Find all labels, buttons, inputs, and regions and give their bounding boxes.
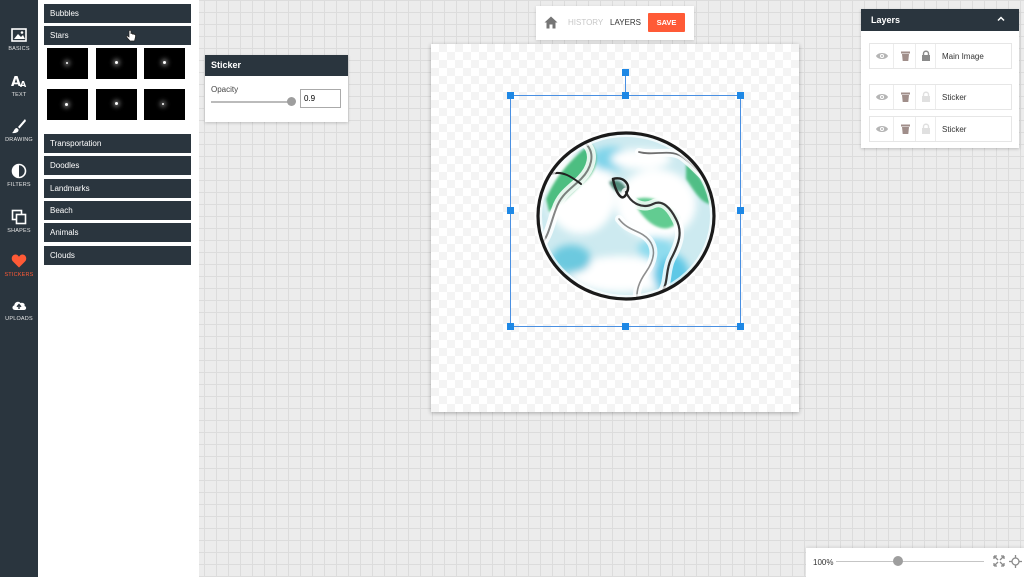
resize-handle[interactable] <box>737 323 744 330</box>
svg-text:A: A <box>20 80 27 89</box>
tool-drawing-label: DRAWING <box>5 137 33 143</box>
resize-handle[interactable] <box>507 323 514 330</box>
tool-text[interactable]: A A TEXT <box>0 68 38 112</box>
tool-filters[interactable]: FILTERS <box>0 158 38 202</box>
zoom-percentage: 100% <box>813 558 834 567</box>
trash-icon[interactable] <box>900 50 911 62</box>
history-tab[interactable]: HISTORY <box>568 18 603 27</box>
opacity-slider-handle[interactable] <box>287 97 296 106</box>
layer-name: Sticker <box>942 125 967 134</box>
hand-cursor-icon <box>126 30 136 42</box>
layers-panel-title: Layers <box>861 9 1019 31</box>
top-toolbar: HISTORY LAYERS SAVE <box>536 6 694 40</box>
tool-text-label: TEXT <box>11 92 27 98</box>
star-sticker-thumb[interactable] <box>96 48 137 79</box>
category-clouds[interactable]: Clouds <box>44 246 191 265</box>
sticker-options-panel: Sticker Opacity 0.9 <box>205 55 348 122</box>
sticker-artwork <box>507 69 744 330</box>
category-landmarks[interactable]: Landmarks <box>44 179 191 198</box>
layer-name: Main Image <box>942 52 984 61</box>
rotate-handle[interactable] <box>622 69 629 76</box>
shapes-icon <box>11 209 27 225</box>
eye-icon[interactable] <box>875 91 889 103</box>
category-stars[interactable]: Stars <box>44 26 191 45</box>
star-sticker-thumb[interactable] <box>144 48 185 79</box>
eye-icon[interactable] <box>875 50 889 62</box>
category-doodles[interactable]: Doodles <box>44 156 191 175</box>
cloud-upload-icon <box>12 301 27 310</box>
tool-stickers[interactable]: STICKERS <box>0 248 38 292</box>
star-sticker-thumb[interactable] <box>47 48 88 79</box>
star-sticker-thumb[interactable] <box>144 89 185 120</box>
trash-icon[interactable] <box>900 91 911 103</box>
resize-handle[interactable] <box>737 92 744 99</box>
sticker-panel-title: Sticker <box>205 55 348 76</box>
tool-uploads[interactable]: UPLOADS <box>0 292 38 336</box>
globe-sticker[interactable] <box>534 129 718 303</box>
tool-shapes[interactable]: SHAPES <box>0 204 38 248</box>
resize-handle[interactable] <box>622 323 629 330</box>
tool-stickers-label: STICKERS <box>4 272 34 278</box>
eye-icon[interactable] <box>875 123 889 135</box>
category-bubbles[interactable]: Bubbles <box>44 4 191 23</box>
fit-to-screen-icon[interactable] <box>993 555 1005 567</box>
layer-row[interactable]: Sticker <box>869 84 1012 110</box>
star-sticker-thumb[interactable] <box>47 89 88 120</box>
category-transportation[interactable]: Transportation <box>44 134 191 153</box>
opacity-slider[interactable] <box>211 101 291 103</box>
category-animals[interactable]: Animals <box>44 223 191 242</box>
layers-tab[interactable]: LAYERS <box>610 18 641 27</box>
zoom-slider-handle[interactable] <box>893 556 904 566</box>
layer-row[interactable]: Sticker <box>869 116 1012 142</box>
editor-canvas[interactable] <box>431 44 799 412</box>
chevron-up-icon[interactable] <box>997 15 1005 23</box>
unlock-icon[interactable] <box>921 123 931 135</box>
trash-icon[interactable] <box>900 123 911 135</box>
text-icon: A A <box>11 75 27 89</box>
brush-icon <box>12 119 26 134</box>
tool-filters-label: FILTERS <box>7 182 31 188</box>
tool-shapes-label: SHAPES <box>7 228 31 234</box>
filter-icon <box>11 163 27 179</box>
heart-icon <box>11 254 27 268</box>
home-icon[interactable] <box>544 16 558 29</box>
zoom-slider[interactable] <box>836 561 984 562</box>
zoom-bar: 100% <box>806 548 1024 577</box>
unlock-icon[interactable] <box>921 91 931 103</box>
pan-move-icon[interactable] <box>1009 555 1022 568</box>
opacity-label: Opacity <box>211 85 239 94</box>
lock-icon[interactable] <box>921 50 931 62</box>
resize-handle[interactable] <box>507 207 514 214</box>
resize-handle[interactable] <box>622 92 629 99</box>
category-beach[interactable]: Beach <box>44 201 191 220</box>
resize-handle[interactable] <box>507 92 514 99</box>
tool-drawing[interactable]: DRAWING <box>0 113 38 157</box>
star-sticker-thumb[interactable] <box>96 89 137 120</box>
opacity-input[interactable]: 0.9 <box>300 89 341 108</box>
layer-name: Sticker <box>942 93 967 102</box>
sticker-categories-panel: Bubbles Stars Transportation Doodles Lan… <box>38 0 199 577</box>
tool-basics[interactable]: BASICS <box>0 22 38 66</box>
tool-uploads-label: UPLOADS <box>5 316 33 322</box>
layers-panel: Layers Main Image Sticker Sticker <box>861 9 1019 148</box>
resize-handle[interactable] <box>737 207 744 214</box>
image-icon <box>11 28 27 42</box>
tool-basics-label: BASICS <box>8 46 30 52</box>
save-button[interactable]: SAVE <box>648 13 685 32</box>
layer-row[interactable]: Main Image <box>869 43 1012 69</box>
tool-rail: BASICS A A TEXT DRAWING FILTERS SHAPES S… <box>0 0 38 577</box>
